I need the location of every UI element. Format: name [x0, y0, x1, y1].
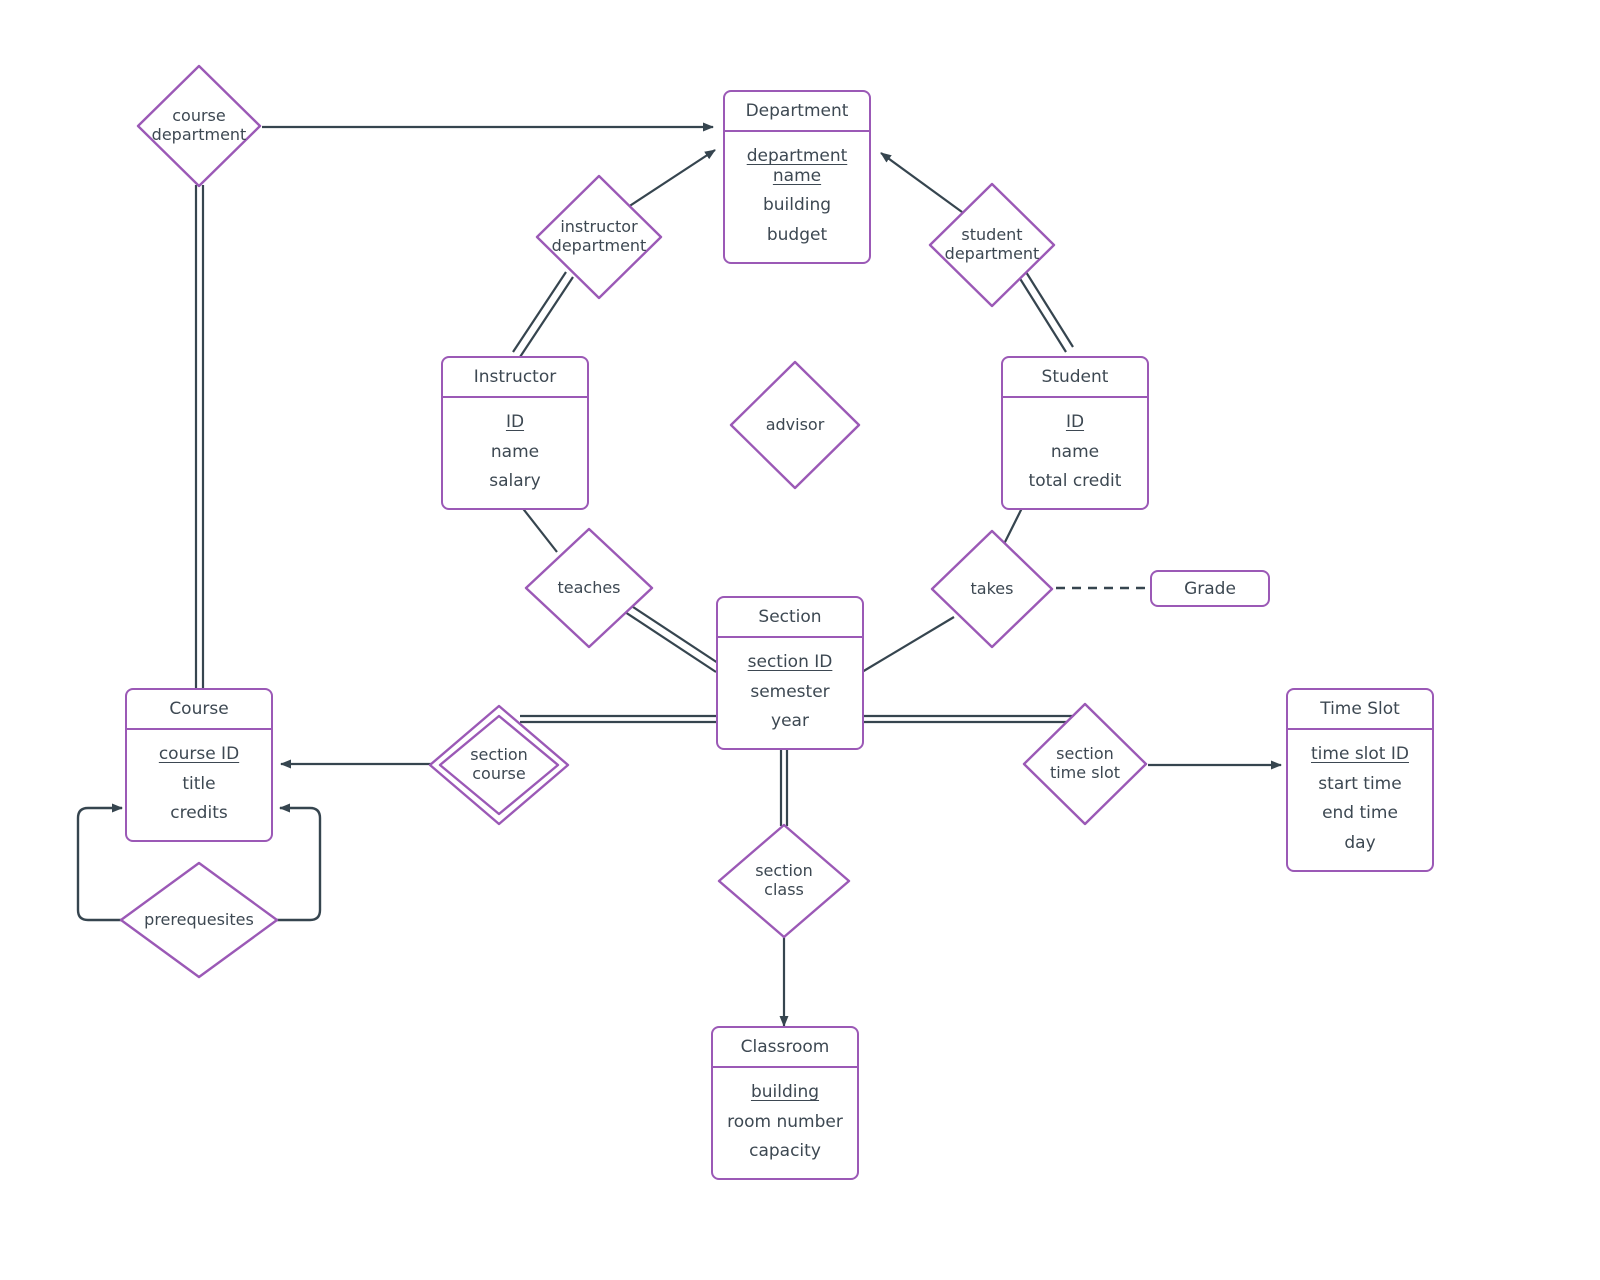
entity-title: Instructor: [443, 358, 587, 399]
entity-time-slot[interactable]: Time Slot time slot ID start time end ti…: [1286, 688, 1434, 872]
attribute-id: ID: [505, 412, 525, 433]
entity-section[interactable]: Section section ID semester year: [716, 596, 864, 751]
entity-attributes: time slot ID start time end time day: [1288, 730, 1432, 869]
attribute-time-slot-id: time slot ID: [1311, 744, 1409, 765]
diamond-shape: [928, 182, 1056, 308]
double-diamond-shape: [428, 704, 570, 826]
attribute-id: ID: [1065, 412, 1085, 433]
entity-title: Time Slot: [1288, 690, 1432, 731]
attribute-room-number: room number: [727, 1111, 843, 1132]
attribute-section-id: section ID: [747, 652, 833, 673]
diamond-shape: [729, 360, 861, 490]
entity-instructor[interactable]: Instructor ID name salary: [441, 356, 589, 511]
entity-student[interactable]: Student ID name total credit: [1001, 356, 1149, 511]
er-diagram-canvas: Department department name building budg…: [0, 0, 1600, 1280]
attribute-semester: semester: [750, 681, 830, 702]
diamond-shape: [717, 823, 851, 939]
entity-attributes: ID name total credit: [1003, 398, 1147, 508]
diamond-shape: [136, 64, 262, 188]
attribute-course-id: course ID: [158, 744, 240, 765]
entity-title: Classroom: [713, 1028, 857, 1069]
diamond-shape: [524, 527, 654, 649]
relationship-section-course[interactable]: section course: [428, 704, 570, 826]
relationship-prerequesites[interactable]: prerequesites: [118, 860, 280, 980]
relationship-teaches[interactable]: teaches: [522, 525, 656, 651]
relationship-section-time-slot[interactable]: section time slot: [1020, 700, 1150, 828]
entity-attributes: building room number capacity: [713, 1068, 857, 1178]
attribute-building: building: [762, 195, 832, 216]
relationship-student-department[interactable]: student department: [926, 180, 1058, 310]
edge-prerequesites-to-course-right: [274, 803, 322, 922]
entity-title: Section: [718, 598, 862, 639]
attribute-year: year: [771, 711, 809, 732]
attribute-building: building: [750, 1082, 820, 1103]
attribute-salary: salary: [489, 471, 541, 492]
attribute-name: name: [490, 441, 540, 462]
attribute-day: day: [1344, 833, 1376, 854]
diamond-shape: [535, 174, 663, 300]
attribute-end-time: end time: [1322, 803, 1398, 824]
attribute-title: title: [182, 773, 216, 794]
relationship-takes[interactable]: takes: [928, 527, 1056, 651]
entity-classroom[interactable]: Classroom building room number capacity: [711, 1026, 859, 1181]
edge-section-to-section-class: [779, 737, 789, 826]
entity-attributes: ID name salary: [443, 398, 587, 508]
relationship-advisor[interactable]: advisor: [727, 358, 863, 492]
diamond-shape: [119, 861, 279, 979]
entity-attributes: course ID title credits: [127, 730, 271, 840]
relationship-instructor-department[interactable]: instructor department: [533, 172, 665, 302]
attribute-name: name: [1050, 441, 1100, 462]
attribute-credits: credits: [170, 803, 228, 824]
diamond-shape: [1022, 702, 1148, 826]
entity-department[interactable]: Department department name building budg…: [723, 90, 871, 264]
entity-title: Student: [1003, 358, 1147, 399]
attribute-capacity: capacity: [749, 1141, 821, 1162]
attribute-department-name: department name: [746, 146, 848, 186]
entity-course[interactable]: Course course ID title credits: [125, 688, 273, 843]
attribute-total-credit: total credit: [1028, 471, 1122, 492]
attribute-start-time: start time: [1318, 773, 1402, 794]
entity-attributes: department name building budget: [725, 132, 869, 261]
entity-title: Course: [127, 690, 271, 731]
entity-attributes: section ID semester year: [718, 638, 862, 748]
attribute-box-grade[interactable]: Grade: [1150, 570, 1270, 607]
edge-course-department-to-course: [194, 185, 205, 690]
diamond-shape: [930, 529, 1054, 649]
relationship-section-class[interactable]: section class: [716, 822, 852, 940]
attribute-budget: budget: [766, 225, 828, 246]
attribute-box-label: Grade: [1184, 578, 1236, 599]
entity-title: Department: [725, 92, 869, 133]
relationship-course-department[interactable]: course department: [134, 62, 264, 190]
